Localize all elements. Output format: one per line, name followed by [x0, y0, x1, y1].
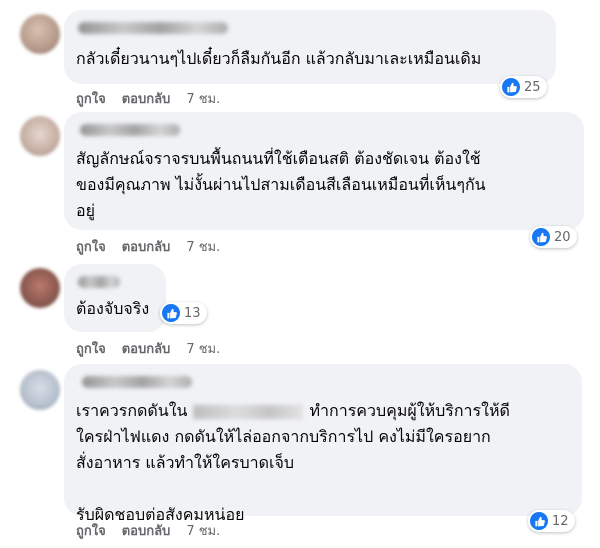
redacted-mention: [193, 404, 304, 419]
like-button[interactable]: ถูกใจ: [76, 88, 106, 109]
comment-actions: ถูกใจ ตอบกลับ 7 ชม.: [76, 88, 220, 109]
timestamp[interactable]: 7 ชม.: [186, 88, 220, 109]
comment-text: ต้องจับจริง: [76, 299, 150, 318]
reply-button[interactable]: ตอบกลับ: [122, 88, 171, 109]
avatar[interactable]: [20, 370, 60, 410]
like-button[interactable]: ถูกใจ: [76, 338, 106, 359]
author-name[interactable]: [78, 22, 228, 34]
like-icon: [502, 78, 520, 96]
reaction-count[interactable]: 25: [500, 76, 547, 98]
like-button[interactable]: ถูกใจ: [76, 520, 106, 541]
comment-actions: ถูกใจ ตอบกลับ 7 ชม.: [76, 236, 220, 257]
timestamp[interactable]: 7 ชม.: [186, 236, 220, 257]
reaction-count[interactable]: 12: [528, 510, 575, 532]
comment-actions: ถูกใจ ตอบกลับ 7 ชม.: [76, 338, 220, 359]
like-button[interactable]: ถูกใจ: [76, 236, 106, 257]
reaction-number: 25: [524, 79, 541, 95]
like-icon: [532, 228, 550, 246]
comment-actions: ถูกใจ ตอบกลับ 7 ชม.: [76, 520, 220, 541]
avatar[interactable]: [20, 14, 60, 54]
comment-bubble: เราควรกดดันใน ทำการควบคุมผู้ให้บริการให้ด…: [64, 364, 582, 524]
comment-text-part: ใครฝ่าไฟแดง กดดันให้ไล่ออกจากบริการไป คง…: [76, 427, 491, 524]
author-name[interactable]: [82, 376, 192, 388]
reaction-number: 13: [184, 305, 201, 321]
comment-bubble: ต้องจับจริง: [64, 264, 166, 332]
comment-bubble: กลัวเดี๋ยวนานๆไปเดี๋ยวก็ลืมกันอีก แล้วกล…: [64, 10, 556, 84]
reaction-number: 12: [552, 513, 569, 529]
avatar[interactable]: [20, 116, 60, 156]
comment-text-part: เราควรกดดันใน: [76, 401, 188, 420]
timestamp[interactable]: 7 ชม.: [186, 520, 220, 541]
comment-text-part: ทำการควบคุมผู้ให้บริการให้ดี: [309, 401, 510, 420]
avatar[interactable]: [20, 268, 60, 308]
reply-button[interactable]: ตอบกลับ: [122, 338, 171, 359]
comment-text: สัญลักษณ์จราจรบนพื้นถนนที่ใช้เตือนสติ ต้…: [76, 149, 486, 220]
author-name[interactable]: [78, 276, 120, 288]
reaction-number: 20: [554, 229, 571, 245]
reaction-count[interactable]: 20: [530, 226, 577, 248]
author-name[interactable]: [80, 124, 180, 136]
like-icon: [530, 512, 548, 530]
reply-button[interactable]: ตอบกลับ: [122, 236, 171, 257]
comment-text: กลัวเดี๋ยวนานๆไปเดี๋ยวก็ลืมกันอีก แล้วกล…: [76, 49, 482, 68]
comment-text: เราควรกดดันใน ทำการควบคุมผู้ให้บริการให้ด…: [76, 398, 580, 528]
like-icon: [162, 304, 180, 322]
timestamp[interactable]: 7 ชม.: [186, 338, 220, 359]
comment-bubble: สัญลักษณ์จราจรบนพื้นถนนที่ใช้เตือนสติ ต้…: [64, 112, 584, 230]
reply-button[interactable]: ตอบกลับ: [122, 520, 171, 541]
reaction-count[interactable]: 13: [160, 302, 207, 324]
